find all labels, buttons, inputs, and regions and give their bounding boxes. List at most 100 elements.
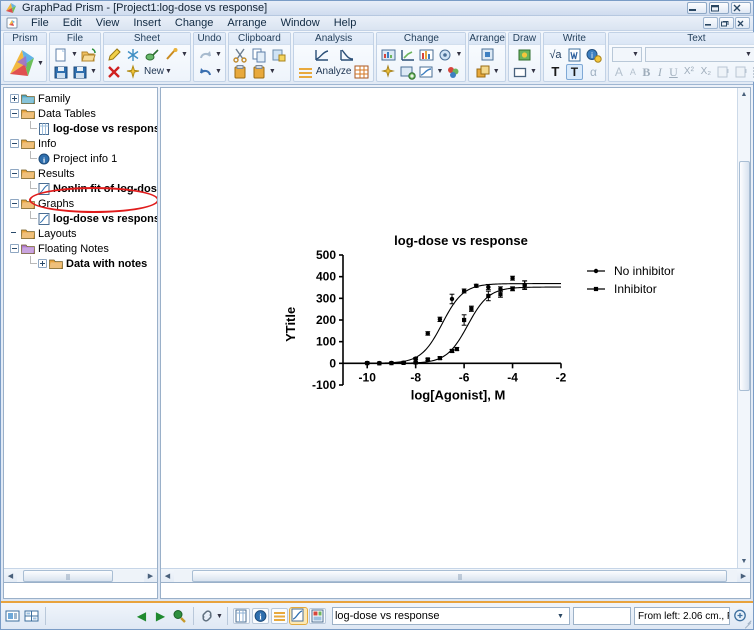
freeze-sheet-icon[interactable] [125, 47, 142, 63]
format-graph-caret-icon[interactable]: ▼ [436, 68, 443, 75]
collapse-icon[interactable] [10, 244, 19, 253]
delete-sheet-icon[interactable] [106, 64, 123, 80]
nav-node-layouts[interactable]: Layouts [6, 226, 157, 241]
legend-entry-0[interactable]: No inhibitor [587, 264, 675, 278]
collapse-icon[interactable] [10, 109, 19, 118]
collapse-icon[interactable] [10, 199, 19, 208]
copy-special-icon[interactable] [270, 47, 287, 63]
mdi-restore-button[interactable] [719, 17, 734, 29]
analyze-button-label[interactable]: Analyze [316, 66, 352, 77]
graph-icon[interactable] [288, 607, 308, 625]
align-center-icon[interactable] [479, 47, 496, 63]
open-file-icon[interactable] [80, 47, 97, 63]
sheet-selector-caret-icon[interactable]: ▼ [554, 613, 567, 620]
paste-icon[interactable] [232, 64, 249, 80]
save-as-caret-icon[interactable]: ▼ [90, 68, 97, 75]
canvas-horizontal-scrollbar[interactable]: ◀ ▶ [161, 568, 750, 582]
grid-view-icon[interactable] [23, 608, 40, 624]
change-settings-icon[interactable] [437, 47, 454, 63]
prism-document-icon[interactable] [6, 17, 19, 29]
menu-item-insert[interactable]: Insert [126, 16, 168, 30]
menu-item-window[interactable]: Window [274, 16, 327, 30]
nav-node-results[interactable]: Results [6, 166, 157, 181]
nav-node-data-tables[interactable]: Data Tables [6, 106, 157, 121]
magic-icon[interactable] [380, 63, 397, 80]
draw-rectangle-icon[interactable] [512, 64, 529, 80]
nav-node-project-info-1[interactable]: i Project info 1 [6, 151, 157, 166]
navigator-horizontal-scrollbar[interactable]: ◀ ▶ [4, 568, 157, 582]
change-axis-icon[interactable] [399, 47, 416, 63]
nav-node-nonlin-fit-of-log-dose-v[interactable]: Nonlin fit of log-dose v [6, 181, 157, 196]
underline-icon[interactable]: U [667, 64, 680, 80]
paste-caret-icon[interactable]: ▼ [269, 68, 276, 75]
graph-object[interactable]: log-dose vs response -100 0 100 200 300 400 50… [271, 233, 711, 443]
new-sheet-label[interactable]: New [144, 66, 164, 77]
new-file-icon[interactable] [53, 47, 70, 63]
italic-icon[interactable]: I [654, 64, 666, 80]
superscript-icon[interactable]: X² [681, 64, 697, 80]
text-tool-icon[interactable]: T [547, 64, 564, 80]
sheet-selector-combo[interactable]: log-dose vs response ▼ [331, 607, 570, 625]
maximize-button[interactable] [709, 2, 729, 14]
menu-item-arrange[interactable]: Arrange [220, 16, 273, 30]
analyze-list-icon[interactable] [297, 64, 314, 80]
subscript-icon[interactable]: X₂ [698, 64, 714, 80]
results-icon[interactable] [270, 608, 288, 624]
undo-caret-icon[interactable]: ▼ [215, 68, 222, 75]
change-graph-type-icon[interactable] [380, 47, 397, 63]
data-table-icon[interactable] [232, 608, 250, 624]
nav-node-info[interactable]: Info [6, 136, 157, 151]
save-as-icon[interactable] [72, 64, 89, 80]
series-1[interactable] [343, 280, 561, 366]
scroll-down-icon[interactable]: ▼ [738, 555, 751, 568]
resize-grip-icon[interactable] [742, 618, 752, 628]
search-icon[interactable] [171, 608, 188, 624]
rename-sheet-icon[interactable] [106, 47, 123, 63]
save-icon[interactable] [53, 64, 70, 80]
paste-special-icon[interactable] [251, 64, 268, 80]
analyze-curve-alt-icon[interactable] [338, 47, 355, 63]
link-icon[interactable] [199, 608, 216, 624]
link-caret-icon[interactable]: ▼ [216, 613, 223, 620]
format-graph-icon[interactable] [418, 64, 435, 80]
prism-home-caret-icon[interactable]: ▼ [37, 60, 44, 67]
nav-node-graphs[interactable]: Graphs [6, 196, 157, 211]
arrange-caret-icon[interactable]: ▼ [493, 68, 500, 75]
symbols-colors-icon[interactable] [445, 64, 462, 80]
canvas-scroll-left-icon[interactable]: ◀ [161, 570, 174, 582]
nav-node-floating-notes[interactable]: Floating Notes [6, 241, 157, 256]
expand-icon[interactable] [10, 94, 19, 103]
pin-sheet-icon[interactable] [163, 47, 180, 63]
duplicate-sheet-icon[interactable] [144, 47, 161, 63]
font-size-select[interactable]: ▼ [611, 47, 642, 62]
navigator-scroll-left-icon[interactable]: ◀ [4, 570, 17, 582]
bring-to-front-icon[interactable] [475, 64, 492, 80]
nav-node-data-with-notes[interactable]: Data with notes [6, 256, 157, 271]
menu-item-edit[interactable]: Edit [56, 16, 89, 30]
layout-icon[interactable] [308, 608, 326, 624]
expand-icon[interactable] [38, 259, 47, 268]
navigator-tree[interactable]: Family Data Tables log-dose vs response Inf… [4, 88, 157, 568]
equation-icon[interactable]: √a [547, 47, 564, 63]
bold-icon[interactable]: B [640, 64, 653, 80]
text-box-tool-icon[interactable]: T [565, 63, 583, 80]
analyze-table-icon[interactable] [353, 64, 370, 80]
navigator-scroll-thumb[interactable] [23, 569, 113, 582]
collapse-icon[interactable] [10, 139, 19, 148]
copy-icon[interactable] [251, 47, 268, 63]
prism-home-button[interactable] [6, 47, 38, 79]
pin-sheet-caret-icon[interactable]: ▼ [181, 51, 188, 58]
legend-entry-1[interactable]: Inhibitor [587, 282, 657, 296]
cut-icon[interactable] [232, 47, 249, 63]
new-file-caret-icon[interactable]: ▼ [71, 51, 78, 58]
menu-item-view[interactable]: View [89, 16, 127, 30]
canvas-scroll-right-icon[interactable]: ▶ [737, 570, 750, 582]
forward-arrow-icon[interactable]: ▶ [152, 608, 169, 624]
nav-node-family[interactable]: Family [6, 91, 157, 106]
scroll-up-icon[interactable]: ▲ [738, 88, 751, 101]
nav-node-log-dose-vs-response[interactable]: log-dose vs response [6, 121, 157, 136]
menu-item-file[interactable]: File [24, 16, 56, 30]
add-graph-icon[interactable] [399, 64, 417, 80]
navigator-scroll-right-icon[interactable]: ▶ [144, 570, 157, 582]
change-settings-caret-icon[interactable]: ▼ [455, 51, 462, 58]
